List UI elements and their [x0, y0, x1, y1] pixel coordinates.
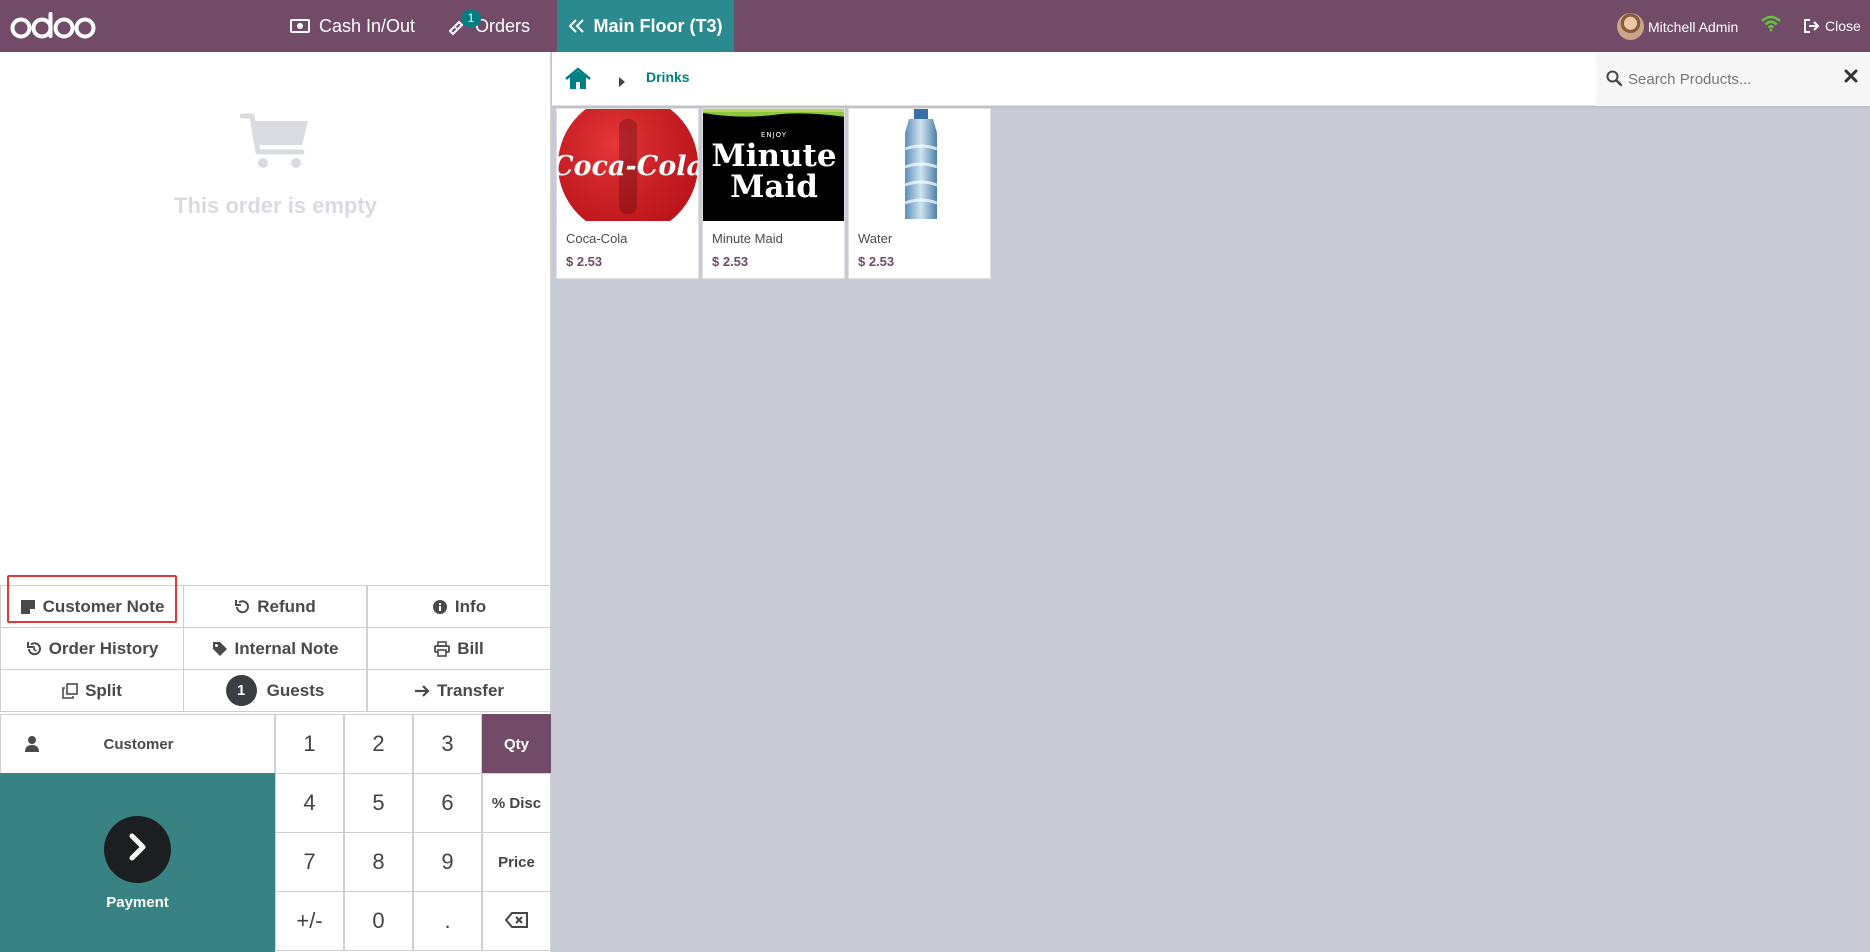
product-price: $ 2.53: [858, 254, 895, 269]
top-navbar: Cash In/Out 1 Orders Main Floor (T3) Mit…: [0, 0, 1870, 52]
odoo-logo: [10, 10, 96, 42]
customer-label: Customer: [103, 735, 174, 753]
bill-button[interactable]: Bill: [367, 627, 551, 670]
backspace-icon: [504, 908, 529, 934]
numpad: 1 2 3 Qty 4 5 6 % Disc 7 8 9 Price +/- 0…: [275, 714, 551, 952]
user-name: Mitchell Admin: [1648, 18, 1739, 35]
payment-label: Payment: [106, 894, 169, 911]
water-bottle-image: [849, 109, 990, 221]
product-name: Water: [858, 231, 893, 246]
numpad-key-decimal[interactable]: .: [413, 891, 482, 951]
internal-note-button[interactable]: Internal Note: [183, 627, 367, 670]
empty-order-placeholder: This order is empty: [0, 112, 551, 219]
guests-button[interactable]: 1 Guests: [183, 669, 367, 712]
numpad-key-6[interactable]: 6: [413, 773, 482, 833]
transfer-label: Transfer: [436, 680, 505, 700]
payment-circle: [104, 816, 171, 883]
wifi-icon: [1760, 14, 1782, 37]
copy-icon: [62, 682, 78, 699]
undo-icon: [234, 599, 250, 615]
numpad-key-4[interactable]: 4: [275, 773, 344, 833]
guests-count: 1: [225, 675, 257, 706]
svg-text:Coca-Cola: Coca-Cola: [557, 151, 699, 182]
numpad-key-plus-minus[interactable]: +/-: [275, 891, 344, 951]
product-card[interactable]: Water $ 2.53: [848, 108, 991, 279]
floor-label: Main Floor (T3): [593, 15, 723, 36]
product-name: Coca-Cola: [566, 231, 628, 246]
internal-note-label: Internal Note: [234, 638, 339, 658]
orders-button[interactable]: 1 Orders: [446, 0, 530, 52]
guests-label: Guests: [266, 680, 325, 700]
clear-search-icon[interactable]: [1844, 69, 1858, 88]
numpad-key-2[interactable]: 2: [344, 714, 413, 774]
customer-button[interactable]: Customer: [0, 714, 275, 774]
info-button[interactable]: Info: [367, 585, 551, 628]
customer-note-button[interactable]: Customer Note: [0, 585, 184, 628]
product-price: $ 2.53: [566, 254, 603, 269]
product-card[interactable]: Coca-Cola Coca-Cola $ 2.53: [556, 108, 699, 279]
orders-label: Orders: [475, 15, 531, 36]
cash-in-out-button[interactable]: Cash In/Out: [290, 0, 415, 52]
double-chevron-left-icon: [568, 19, 585, 33]
floor-plan-button[interactable]: Main Floor (T3): [557, 0, 734, 52]
numpad-key-3[interactable]: 3: [413, 714, 482, 774]
numpad-key-9[interactable]: 9: [413, 832, 482, 892]
sign-out-icon: [1804, 19, 1820, 33]
minute-maid-image: ENJOY Minute Maid: [703, 109, 844, 221]
qty-mode-button[interactable]: Qty: [482, 714, 551, 774]
svg-text:Maid: Maid: [730, 169, 818, 205]
numpad-key-0[interactable]: 0: [344, 891, 413, 951]
close-button[interactable]: Close: [1804, 0, 1861, 52]
caret-right-icon: [619, 74, 625, 92]
numpad-key-7[interactable]: 7: [275, 832, 344, 892]
product-search: [1596, 52, 1870, 106]
order-history-button[interactable]: Order History: [0, 627, 184, 670]
orders-count-badge: 1: [461, 10, 481, 27]
numpad-key-8[interactable]: 8: [344, 832, 413, 892]
info-label: Info: [454, 596, 487, 616]
customer-note-label: Customer Note: [42, 596, 165, 616]
backspace-button[interactable]: [482, 891, 551, 951]
product-card[interactable]: ENJOY Minute Maid Minute Maid $ 2.53: [702, 108, 845, 279]
search-icon: [1606, 70, 1623, 91]
numpad-key-5[interactable]: 5: [344, 773, 413, 833]
empty-order-message: This order is empty: [174, 193, 377, 218]
info-circle-icon: [432, 599, 448, 615]
payment-button[interactable]: Payment: [0, 773, 275, 952]
print-icon: [434, 640, 451, 657]
shopping-cart-icon: [239, 112, 312, 177]
coca-cola-image: Coca-Cola: [557, 109, 699, 221]
product-price: $ 2.53: [712, 254, 749, 269]
sticky-note-icon: [20, 599, 36, 615]
money-bill-icon: [290, 19, 310, 33]
cash-in-out-label: Cash In/Out: [319, 15, 416, 36]
split-label: Split: [85, 680, 122, 700]
history-icon: [26, 641, 42, 657]
avatar: [1617, 13, 1644, 40]
refund-label: Refund: [257, 596, 316, 616]
order-history-label: Order History: [48, 638, 159, 658]
transfer-button[interactable]: Transfer: [367, 669, 551, 712]
odoo-logo-mark: [10, 12, 96, 39]
breadcrumb-drinks[interactable]: Drinks: [646, 69, 690, 85]
close-label: Close: [1825, 18, 1861, 34]
chevron-right-icon: [127, 833, 149, 866]
discount-mode-button[interactable]: % Disc: [482, 773, 551, 833]
numpad-key-1[interactable]: 1: [275, 714, 344, 774]
arrow-right-icon: [414, 684, 430, 698]
refund-button[interactable]: Refund: [183, 585, 367, 628]
product-name: Minute Maid: [712, 231, 783, 246]
tag-icon: [212, 641, 228, 657]
home-icon[interactable]: [565, 67, 591, 95]
user-menu[interactable]: Mitchell Admin: [1617, 13, 1738, 40]
split-button[interactable]: Split: [0, 669, 184, 712]
bill-label: Bill: [457, 638, 484, 658]
price-mode-button[interactable]: Price: [482, 832, 551, 892]
search-input[interactable]: [1628, 67, 1828, 91]
